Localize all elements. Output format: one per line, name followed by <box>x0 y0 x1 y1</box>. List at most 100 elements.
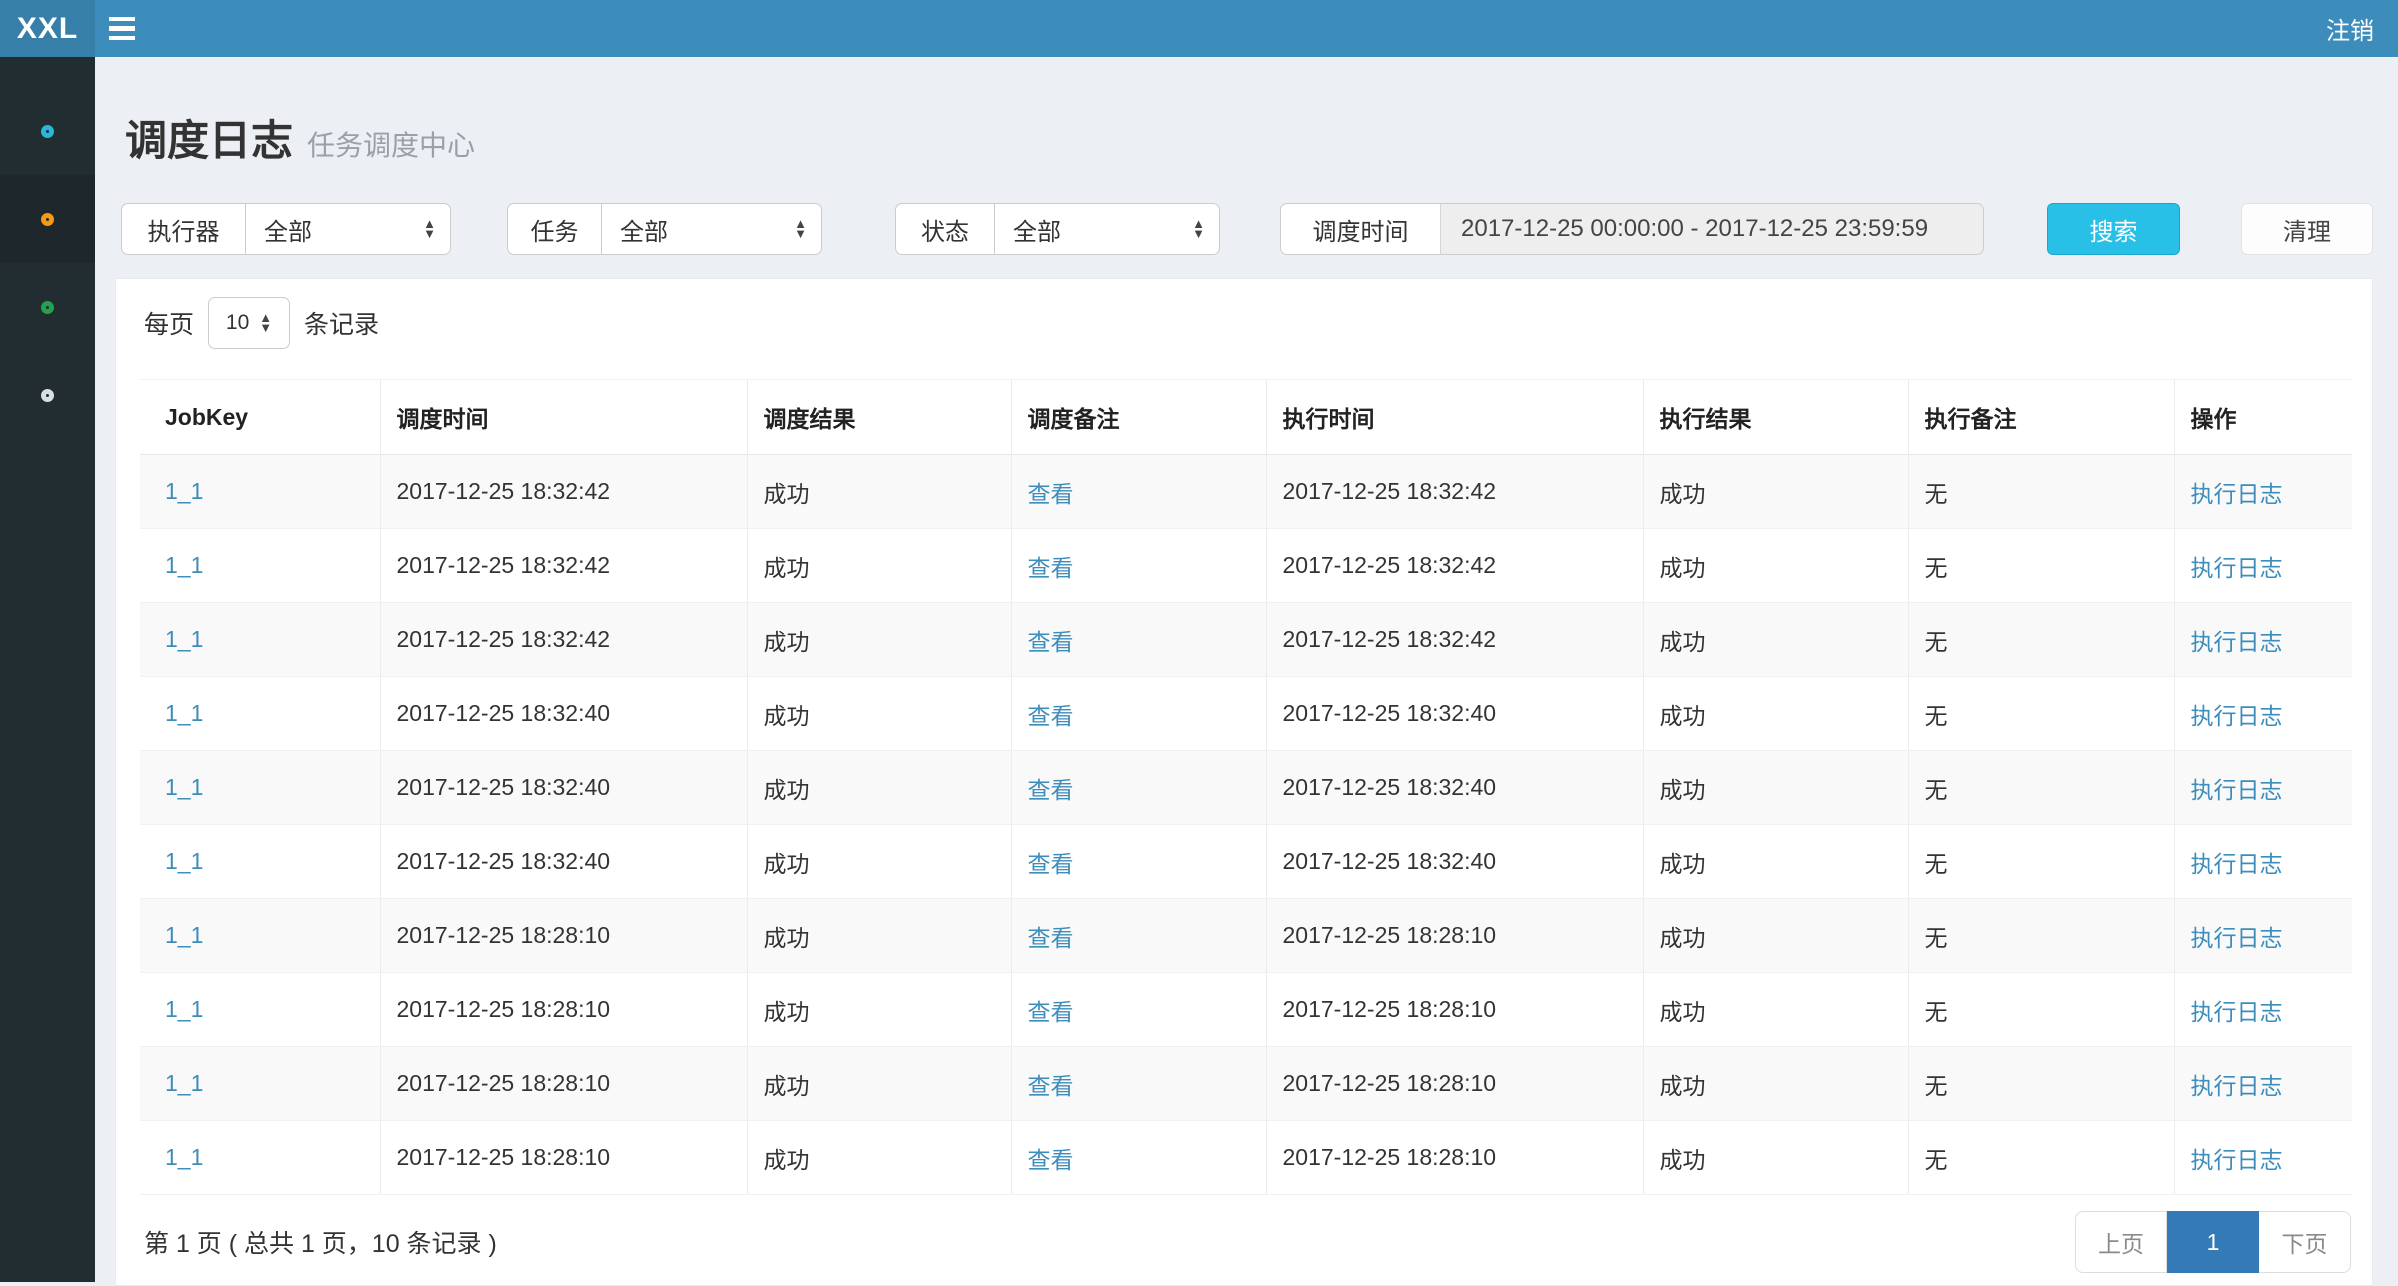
handle-msg-cell: 无 <box>1908 455 2174 529</box>
circle-outline-green-icon <box>41 301 54 314</box>
table-row: 1_12017-12-25 18:32:40成功查看2017-12-25 18:… <box>140 825 2352 899</box>
clear-button[interactable]: 清理 <box>2241 203 2373 255</box>
page-size-prefix: 每页 <box>144 305 194 341</box>
sidebar-item-2[interactable] <box>0 175 95 263</box>
jobkey-link[interactable]: 1_1 <box>165 552 203 578</box>
exec-log-link[interactable]: 执行日志 <box>2191 999 2283 1025</box>
trigger-time-cell: 2017-12-25 18:32:40 <box>380 825 747 899</box>
exec-log-link-cell: 执行日志 <box>2174 825 2352 899</box>
page-size-control: 每页 10 ▲▼ 条记录 <box>144 297 2372 349</box>
jobkey-link[interactable]: 1_1 <box>165 626 203 652</box>
jobkey-link-cell: 1_1 <box>140 751 380 825</box>
exec-log-link[interactable]: 执行日志 <box>2191 777 2283 803</box>
view-trigger-msg-link-cell: 查看 <box>1011 973 1266 1047</box>
trigger-time-cell: 2017-12-25 18:32:42 <box>380 529 747 603</box>
table-row: 1_12017-12-25 18:32:40成功查看2017-12-25 18:… <box>140 677 2352 751</box>
status-select[interactable]: 全部 ▲▼ <box>994 203 1220 255</box>
jobkey-link-cell: 1_1 <box>140 973 380 1047</box>
jobkey-link[interactable]: 1_1 <box>165 774 203 800</box>
exec-log-link[interactable]: 执行日志 <box>2191 555 2283 581</box>
column-header: 调度备注 <box>1011 380 1266 455</box>
view-trigger-msg-link[interactable]: 查看 <box>1028 703 1074 729</box>
view-trigger-msg-link[interactable]: 查看 <box>1028 481 1074 507</box>
exec-log-link[interactable]: 执行日志 <box>2191 703 2283 729</box>
exec-log-link[interactable]: 执行日志 <box>2191 481 2283 507</box>
view-trigger-msg-link[interactable]: 查看 <box>1028 629 1074 655</box>
time-range-input[interactable]: 2017-12-25 00:00:00 - 2017-12-25 23:59:5… <box>1440 203 1984 255</box>
handle-time-cell: 2017-12-25 18:32:40 <box>1266 825 1643 899</box>
jobkey-link[interactable]: 1_1 <box>165 922 203 948</box>
handle-time-cell: 2017-12-25 18:32:42 <box>1266 603 1643 677</box>
handle-result-cell: 成功 <box>1643 603 1908 677</box>
exec-log-link[interactable]: 执行日志 <box>2191 629 2283 655</box>
exec-log-link[interactable]: 执行日志 <box>2191 925 2283 951</box>
exec-log-link[interactable]: 执行日志 <box>2191 1073 2283 1099</box>
trigger-time-cell: 2017-12-25 18:28:10 <box>380 1047 747 1121</box>
sidebar-toggle-button[interactable] <box>95 0 149 57</box>
jobkey-link[interactable]: 1_1 <box>165 1144 203 1170</box>
circle-outline-aqua-icon <box>41 125 54 138</box>
job-filter-group: 任务 全部 ▲▼ <box>507 203 822 255</box>
view-trigger-msg-link[interactable]: 查看 <box>1028 555 1074 581</box>
jobkey-link[interactable]: 1_1 <box>165 996 203 1022</box>
logout-link[interactable]: 注销 <box>2326 11 2374 46</box>
select-arrows-icon: ▲▼ <box>794 219 807 239</box>
prev-page-button[interactable]: 上页 <box>2075 1211 2167 1273</box>
handle-msg-cell: 无 <box>1908 603 2174 677</box>
sidebar-item-1[interactable] <box>0 87 95 175</box>
sidebar-item-3[interactable] <box>0 263 95 351</box>
view-trigger-msg-link[interactable]: 查看 <box>1028 1147 1074 1173</box>
current-page-button[interactable]: 1 <box>2167 1211 2259 1273</box>
sidebar-item-4[interactable] <box>0 351 95 439</box>
filter-toolbar: 执行器 全部 ▲▼ 任务 全部 ▲▼ 状态 全部 ▲▼ 调度时间 2017-12… <box>121 203 2373 255</box>
jobkey-link-cell: 1_1 <box>140 899 380 973</box>
view-trigger-msg-link[interactable]: 查看 <box>1028 777 1074 803</box>
table-header-row: JobKey调度时间调度结果调度备注执行时间执行结果执行备注操作 <box>140 380 2352 455</box>
search-button[interactable]: 搜索 <box>2047 203 2180 255</box>
page-size-value: 10 <box>226 311 249 335</box>
view-trigger-msg-link[interactable]: 查看 <box>1028 999 1074 1025</box>
sidebar <box>0 57 95 1282</box>
view-trigger-msg-link[interactable]: 查看 <box>1028 851 1074 877</box>
job-select[interactable]: 全部 ▲▼ <box>601 203 822 255</box>
table-row: 1_12017-12-25 18:32:42成功查看2017-12-25 18:… <box>140 529 2352 603</box>
jobkey-link-cell: 1_1 <box>140 1121 380 1195</box>
handle-time-cell: 2017-12-25 18:28:10 <box>1266 1047 1643 1121</box>
exec-log-link[interactable]: 执行日志 <box>2191 1147 2283 1173</box>
view-trigger-msg-link-cell: 查看 <box>1011 603 1266 677</box>
table-footer: 第 1 页 ( 总共 1 页，10 条记录 ) 上页 1 下页 <box>116 1211 2372 1273</box>
column-header: 调度时间 <box>380 380 747 455</box>
table-row: 1_12017-12-25 18:28:10成功查看2017-12-25 18:… <box>140 899 2352 973</box>
table-body: 1_12017-12-25 18:32:42成功查看2017-12-25 18:… <box>140 455 2352 1195</box>
app-logo[interactable]: XXL <box>0 0 95 57</box>
status-select-value: 全部 <box>1013 212 1192 247</box>
circle-outline-white-icon <box>41 389 54 402</box>
column-header: 执行备注 <box>1908 380 2174 455</box>
handle-result-cell: 成功 <box>1643 455 1908 529</box>
handle-time-cell: 2017-12-25 18:32:42 <box>1266 455 1643 529</box>
handle-time-cell: 2017-12-25 18:32:40 <box>1266 677 1643 751</box>
exec-log-link-cell: 执行日志 <box>2174 677 2352 751</box>
status-filter-label: 状态 <box>895 203 994 255</box>
jobkey-link[interactable]: 1_1 <box>165 848 203 874</box>
page-size-select[interactable]: 10 ▲▼ <box>208 297 290 349</box>
view-trigger-msg-link[interactable]: 查看 <box>1028 1073 1074 1099</box>
exec-log-link-cell: 执行日志 <box>2174 899 2352 973</box>
next-page-button[interactable]: 下页 <box>2259 1211 2351 1273</box>
exec-log-link[interactable]: 执行日志 <box>2191 851 2283 877</box>
executor-select[interactable]: 全部 ▲▼ <box>245 203 451 255</box>
view-trigger-msg-link[interactable]: 查看 <box>1028 925 1074 951</box>
exec-log-link-cell: 执行日志 <box>2174 1121 2352 1195</box>
log-panel: 每页 10 ▲▼ 条记录 JobKey调度时间调度结果调度备注执行时间执行结果执… <box>115 278 2373 1286</box>
jobkey-link[interactable]: 1_1 <box>165 1070 203 1096</box>
navbar-right: 注销 <box>2326 0 2398 57</box>
jobkey-link[interactable]: 1_1 <box>165 700 203 726</box>
handle-time-cell: 2017-12-25 18:28:10 <box>1266 899 1643 973</box>
page-title: 调度日志 <box>125 117 293 164</box>
jobkey-link-cell: 1_1 <box>140 825 380 899</box>
trigger-result-cell: 成功 <box>747 825 1011 899</box>
jobkey-link[interactable]: 1_1 <box>165 478 203 504</box>
status-filter-group: 状态 全部 ▲▼ <box>895 203 1220 255</box>
exec-log-link-cell: 执行日志 <box>2174 603 2352 677</box>
exec-log-link-cell: 执行日志 <box>2174 455 2352 529</box>
